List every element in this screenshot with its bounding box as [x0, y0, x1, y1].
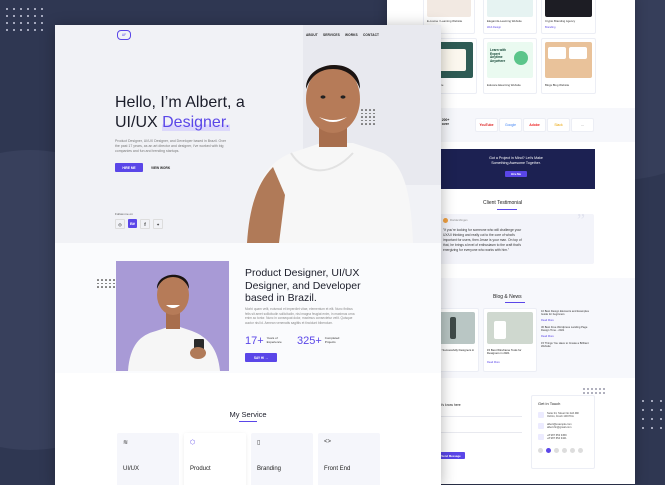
nav-about[interactable]: ABOUT — [306, 33, 318, 37]
say-hi-button[interactable]: SAY HI → — [245, 353, 277, 362]
testimonial-title: Client Testimonial — [483, 200, 523, 206]
client-logo-google: Google — [499, 118, 522, 132]
nav-services[interactable]: SERVICES — [323, 33, 340, 37]
layers-icon: ≋ — [123, 440, 129, 446]
code-icon: <> — [324, 439, 332, 445]
follow-label: Follow me on — [115, 212, 133, 216]
work-card[interactable]: Learn with Expert Anytime Anywhere Educa… — [483, 38, 537, 94]
nav-contact[interactable]: CONTACT — [363, 33, 379, 37]
testimonial-card: Florida Morgan ” "If you're looking for … — [439, 210, 594, 264]
about-description: Morbi quam velit, euismod et imperdiet v… — [245, 307, 355, 325]
cta-banner: Got a Project in Mind? Let’s Make Someth… — [437, 149, 595, 189]
contact-card: Get in Touch Suite 34, Street No 22A Mil… — [531, 395, 595, 469]
work-card[interactable]: Blogs Blog Website — [541, 38, 596, 94]
view-work-link[interactable]: VIEW WORK — [151, 166, 170, 170]
cta-hire-button[interactable]: Hire Me — [505, 171, 527, 177]
service-card-branding[interactable]: ▯ Branding — [251, 433, 313, 485]
service-card-uiux[interactable]: ≋ UI/UX — [117, 433, 179, 485]
behance-icon[interactable]: Bē — [128, 219, 137, 228]
nav-works[interactable]: WORKS — [345, 33, 358, 37]
contact-dot-pattern — [583, 388, 605, 394]
box-icon: ⬡ — [190, 440, 196, 446]
blog-title: Blog & News — [493, 294, 522, 300]
front-page-mockup: AF ABOUT SERVICES WORKS CONTACT Hello, I… — [55, 25, 441, 485]
twitter-icon[interactable]: ✦ — [153, 219, 163, 229]
dribbble-icon[interactable]: ◎ — [115, 219, 125, 229]
work-card[interactable]: Elegant E-Learning Website Web Design — [483, 0, 537, 34]
background-dot-pattern-right — [642, 400, 662, 429]
hire-me-button[interactable]: HIRE ME — [115, 163, 143, 172]
send-message-button[interactable]: Send Message — [437, 452, 465, 459]
client-logo-more: ... — [571, 118, 594, 132]
hero-heading-highlight: Designer. — [162, 114, 230, 131]
service-card-frontend[interactable]: <> Front End — [318, 433, 380, 485]
about-dot-pattern — [97, 279, 115, 288]
stat-projects: 325+ Completed Projects — [297, 335, 340, 347]
blog-card[interactable]: 15 Best Wireframe Tools for Designers in… — [483, 308, 537, 372]
about-heading: Product Designer, UI/UX Designer, and De… — [245, 267, 361, 305]
book-icon: ▯ — [257, 440, 261, 446]
client-logo-youtube: YouTube — [475, 118, 498, 132]
hero-portrait — [247, 64, 413, 243]
logo[interactable]: AF — [117, 30, 131, 40]
services-title: My Service — [229, 410, 267, 419]
hero-heading: Hello, I’m Albert, a UI/UX Designer. — [115, 94, 245, 131]
client-logo-slack: Slack — [547, 118, 570, 132]
work-card[interactable]: Crypto Branding Agency Branding — [541, 0, 596, 34]
client-logo-adobe: Adobe — [523, 118, 546, 132]
background-dot-pattern — [6, 8, 43, 31]
service-card-product[interactable]: ⬡ Product — [184, 433, 246, 485]
stat-years: 17+ Years of Experience — [245, 335, 282, 347]
facebook-icon[interactable]: f — [140, 219, 150, 229]
about-photo — [116, 261, 229, 371]
hero-description: Product Designer, UI/UX Designer, and De… — [115, 139, 227, 154]
